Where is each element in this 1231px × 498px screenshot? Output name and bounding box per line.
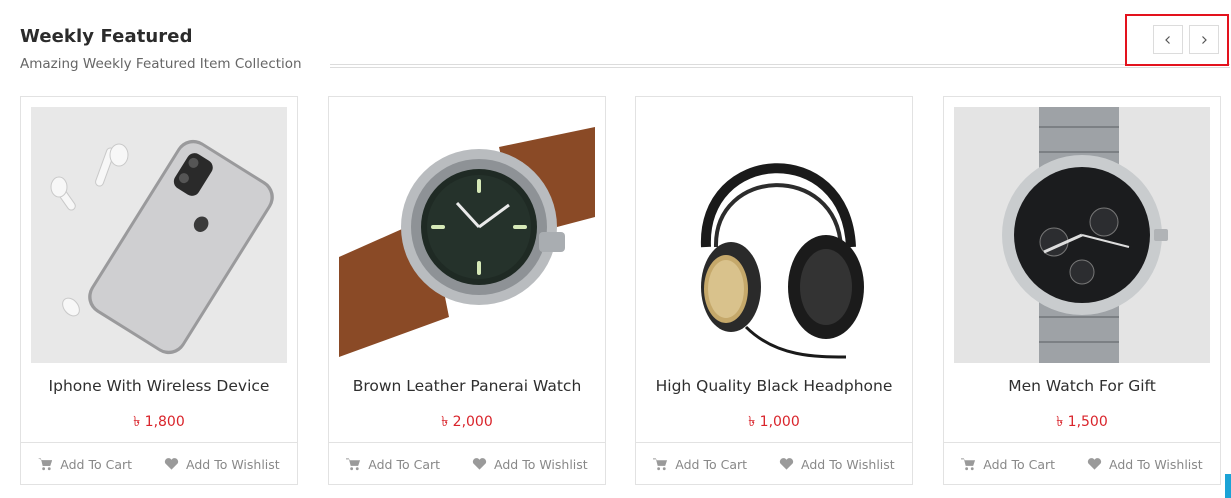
section-header: Weekly Featured Amazing Weekly Featured … [20,26,1231,76]
add-to-wishlist-button[interactable]: Add To Wishlist [779,457,895,472]
product-card[interactable]: Men Watch For Gift ৳ 1,500 Add To Cart A… [943,96,1221,485]
product-name[interactable]: Iphone With Wireless Device [21,377,297,395]
scroll-to-top-tab[interactable] [1225,474,1231,498]
product-name[interactable]: High Quality Black Headphone [636,377,912,395]
add-to-cart-label: Add To Cart [368,456,441,472]
add-to-wishlist-button[interactable]: Add To Wishlist [472,457,588,472]
product-card[interactable]: Brown Leather Panerai Watch ৳ 2,000 Add … [328,96,606,485]
product-name[interactable]: Men Watch For Gift [944,377,1220,395]
add-to-cart-button[interactable]: Add To Cart [653,457,747,472]
product-actions: Add To Cart Add To Wishlist [636,442,912,485]
add-to-cart-label: Add To Cart [983,456,1056,472]
add-to-wishlist-label: Add To Wishlist [494,456,588,472]
heart-icon [779,458,794,470]
heart-icon [164,458,179,470]
product-price: ৳ 2,000 [441,414,493,430]
product-image[interactable] [339,107,595,363]
add-to-cart-button[interactable]: Add To Cart [346,457,440,472]
product-actions: Add To Cart Add To Wishlist [944,442,1220,485]
add-to-wishlist-button[interactable]: Add To Wishlist [164,457,280,472]
cart-icon [346,458,361,471]
product-card[interactable]: High Quality Black Headphone ৳ 1,000 Add… [635,96,913,485]
add-to-wishlist-button[interactable]: Add To Wishlist [1087,457,1203,472]
chevron-right-icon [1202,35,1207,44]
product-actions: Add To Cart Add To Wishlist [21,442,297,485]
add-to-wishlist-label: Add To Wishlist [186,456,280,472]
add-to-wishlist-label: Add To Wishlist [1109,456,1203,472]
heart-icon [1087,458,1102,470]
add-to-cart-label: Add To Cart [60,456,133,472]
product-actions: Add To Cart Add To Wishlist [329,442,605,485]
product-price: ৳ 1,500 [1056,414,1108,430]
cart-icon [961,458,976,471]
cart-icon [653,458,668,471]
product-image[interactable] [954,107,1210,363]
product-card[interactable]: Iphone With Wireless Device ৳ 1,800 Add … [20,96,298,485]
heart-icon [472,458,487,470]
add-to-cart-label: Add To Cart [675,456,748,472]
cart-icon [38,458,53,471]
chevron-left-icon [1165,35,1170,44]
carousel-prev-button[interactable] [1153,25,1183,54]
product-price: ৳ 1,000 [748,414,800,430]
carousel-next-button[interactable] [1189,25,1219,54]
add-to-cart-button[interactable]: Add To Cart [38,457,132,472]
product-image[interactable] [31,107,287,363]
product-image[interactable] [646,107,902,363]
product-price: ৳ 1,800 [133,414,185,430]
section-subtitle: Amazing Weekly Featured Item Collection [20,56,302,72]
add-to-wishlist-label: Add To Wishlist [801,456,895,472]
add-to-cart-button[interactable]: Add To Cart [961,457,1055,472]
product-name[interactable]: Brown Leather Panerai Watch [329,377,605,395]
title-divider [330,64,1230,68]
section-title: Weekly Featured [20,26,193,47]
